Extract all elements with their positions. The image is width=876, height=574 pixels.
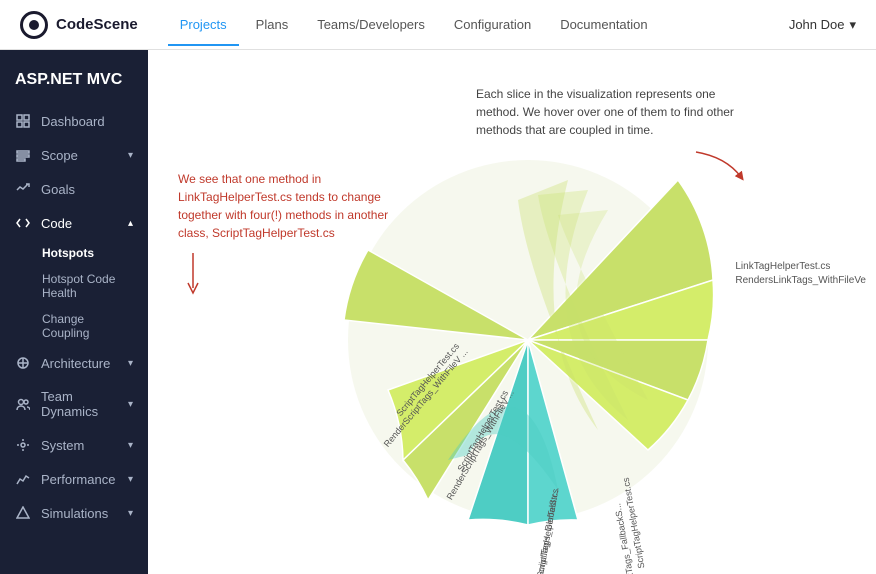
code-submenu: Hotspots Hotspot Code Health Change Coup… <box>0 240 148 346</box>
nav-teams[interactable]: Teams/Developers <box>305 3 437 46</box>
main-layout: ASP.NET MVC Dashboard Scope ▾ <box>0 50 876 574</box>
logo-icon <box>20 11 48 39</box>
perf-chevron-icon: ▾ <box>128 474 133 485</box>
sidebar-item-dashboard[interactable]: Dashboard <box>0 104 148 138</box>
scope-icon <box>15 147 31 163</box>
nav-docs[interactable]: Documentation <box>548 3 659 46</box>
sidebar-item-team-dynamics[interactable]: Team Dynamics ▾ <box>0 380 148 428</box>
sidebar: ASP.NET MVC Dashboard Scope ▾ <box>0 50 148 574</box>
performance-label: Performance <box>41 472 115 487</box>
dashboard-label: Dashboard <box>41 114 105 129</box>
scope-label: Scope <box>41 148 78 163</box>
perf-icon <box>15 471 31 487</box>
sidebar-item-architecture[interactable]: Architecture ▾ <box>0 346 148 380</box>
sim-icon <box>15 505 31 521</box>
user-chevron-icon: ▾ <box>849 17 856 33</box>
system-icon <box>15 437 31 453</box>
team-icon <box>15 396 31 412</box>
sidebar-sub-hotspot-health[interactable]: Hotspot Code Health <box>0 266 148 306</box>
simulations-label: Simulations <box>41 506 108 521</box>
team-chevron-icon: ▾ <box>128 399 133 410</box>
goals-label: Goals <box>41 182 75 197</box>
sim-chevron-icon: ▾ <box>128 508 133 519</box>
user-menu[interactable]: John Doe ▾ <box>789 17 856 33</box>
sidebar-item-goals[interactable]: Goals <box>0 172 148 206</box>
arch-icon <box>15 355 31 371</box>
sidebar-item-simulations[interactable]: Simulations ▾ <box>0 496 148 530</box>
system-label: System <box>41 438 84 453</box>
system-chevron-icon: ▾ <box>128 440 133 451</box>
arch-label: Architecture <box>41 356 110 371</box>
chord-diagram: ScriptTagHelperTest.cs RenderScriptTags_… <box>248 80 828 574</box>
logo-text: CodeScene <box>56 16 138 33</box>
nav-config[interactable]: Configuration <box>442 3 543 46</box>
nav-plans[interactable]: Plans <box>244 3 301 46</box>
code-label: Code <box>41 216 72 231</box>
arch-chevron-icon: ▾ <box>128 358 133 369</box>
project-title: ASP.NET MVC <box>0 60 148 104</box>
code-icon <box>15 215 31 231</box>
goals-icon <box>15 181 31 197</box>
top-nav: CodeScene Projects Plans Teams/Developer… <box>0 0 876 50</box>
code-chevron-icon: ▴ <box>128 218 133 229</box>
scope-chevron-icon: ▾ <box>128 150 133 161</box>
sidebar-item-scope[interactable]: Scope ▾ <box>0 138 148 172</box>
sidebar-item-code[interactable]: Code ▴ <box>0 206 148 240</box>
sidebar-sub-hotspots[interactable]: Hotspots <box>0 240 148 266</box>
content-area: Each slice in the visualization represen… <box>148 50 876 574</box>
logo[interactable]: CodeScene <box>20 11 138 39</box>
user-name: John Doe <box>789 17 845 32</box>
sidebar-item-system[interactable]: System ▾ <box>0 428 148 462</box>
grid-icon <box>15 113 31 129</box>
visualization-container: Each slice in the visualization represen… <box>148 50 876 574</box>
team-dynamics-label: Team Dynamics <box>41 389 118 419</box>
nav-projects[interactable]: Projects <box>168 3 239 46</box>
sidebar-item-performance[interactable]: Performance ▾ <box>0 462 148 496</box>
nav-links: Projects Plans Teams/Developers Configur… <box>168 3 789 46</box>
sidebar-sub-change-coupling[interactable]: Change Coupling <box>0 306 148 346</box>
